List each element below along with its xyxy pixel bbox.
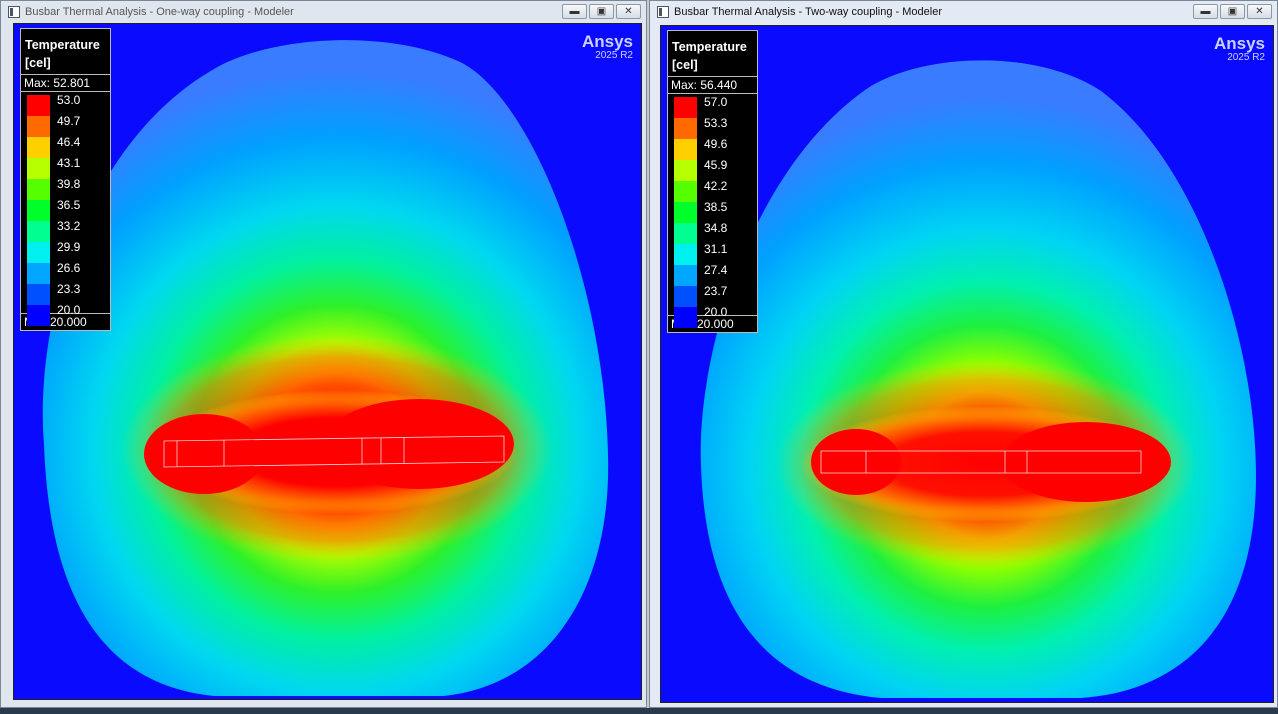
brand-name: Ansys [581,32,633,51]
legend-value: 29.9 [57,240,81,254]
legend-value: 38.5 [704,200,728,214]
legend-color-swatch [674,97,697,118]
legend-value: 27.4 [704,263,728,277]
legend-title: Temperature [cel] [668,31,757,76]
legend-max: Max: 56.440 [668,76,757,94]
legend-color-swatch [674,139,697,160]
legend-color-swatch [27,221,50,242]
window-one-way-coupling: Busbar Thermal Analysis - One-way coupli… [0,0,647,708]
restore-button[interactable]: ▣ [589,4,614,19]
legend-color-swatch [27,95,50,116]
legend-value: 33.2 [57,219,81,233]
legend-color-swatch [674,160,697,181]
app-icon[interactable] [657,6,669,18]
3d-viewport[interactable]: Ansys 2025 R2 Temperature [cel] Max: 52.… [13,23,642,700]
legend-value: 20.0 [57,303,81,317]
legend-title-quantity: Temperature [672,40,747,54]
legend-color-swatch [674,307,697,328]
legend-title-quantity: Temperature [25,38,100,52]
taskbar-edge [0,708,1278,714]
legend-color-swatch [27,284,50,305]
legend-color-swatch [674,286,697,307]
legend-value: 42.2 [704,179,728,193]
minimize-button[interactable]: ▬ [562,4,587,19]
temperature-legend[interactable]: Temperature [cel] Max: 56.440 57.0 53.3 49… [667,30,758,333]
legend-value: 53.0 [57,93,81,107]
app-icon[interactable] [8,6,20,18]
legend-value: 26.6 [57,261,81,275]
legend-color-swatch [27,137,50,158]
legend-color-swatch [27,242,50,263]
legend-value: 49.7 [57,114,81,128]
legend-value: 39.8 [57,177,81,191]
brand-version: 2025 R2 [1227,52,1265,63]
ansys-logo: Ansys 2025 R2 [1214,35,1265,63]
legend-color-swatch [27,305,50,326]
brand-version: 2025 R2 [595,50,633,61]
legend-max: Max: 52.801 [21,74,110,92]
legend-color-swatch [674,118,697,139]
legend-color-swatch [27,179,50,200]
window-title: Busbar Thermal Analysis - One-way coupli… [25,6,294,18]
legend-value: 57.0 [704,95,728,109]
legend-scale: 57.0 53.3 49.6 45.9 42.2 38.5 34.8 31.1 27.4 23.7… [668,94,757,328]
legend-value: 46.4 [57,135,81,149]
window-controls: ▬ ▣ ✕ [562,4,641,19]
legend-color-swatch [27,158,50,179]
temperature-legend[interactable]: Temperature [cel] Max: 52.801 53.0 49.7 46… [20,28,111,331]
close-button[interactable]: ✕ [616,4,641,19]
legend-color-swatch [674,265,697,286]
legend-value: 53.3 [704,116,728,130]
legend-scale: 53.0 49.7 46.4 43.1 39.8 36.5 33.2 29.9 26.6 23.3… [21,92,110,326]
title-bar[interactable]: Busbar Thermal Analysis - One-way coupli… [1,1,646,23]
legend-value: 20.0 [704,305,728,319]
3d-viewport[interactable]: Ansys 2025 R2 Temperature [cel] Max: 56.… [660,25,1274,703]
legend-title-unit: [cel] [672,58,698,72]
legend-color-swatch [674,181,697,202]
legend-value: 23.7 [704,284,728,298]
minimize-button[interactable]: ▬ [1193,4,1218,19]
legend-color-swatch [27,200,50,221]
legend-value: 36.5 [57,198,81,212]
legend-title-unit: [cel] [25,56,51,70]
legend-value: 43.1 [57,156,81,170]
legend-value: 34.8 [704,221,728,235]
window-title: Busbar Thermal Analysis - Two-way coupli… [674,6,942,18]
title-bar[interactable]: Busbar Thermal Analysis - Two-way coupli… [650,1,1277,23]
legend-color-swatch [27,116,50,137]
legend-color-swatch [27,263,50,284]
legend-color-swatch [674,223,697,244]
legend-color-swatch [674,244,697,265]
legend-value: 23.3 [57,282,81,296]
legend-color-swatch [674,202,697,223]
legend-title: Temperature [cel] [21,29,110,74]
window-two-way-coupling: Busbar Thermal Analysis - Two-way coupli… [649,0,1278,708]
legend-value: 31.1 [704,242,728,256]
close-button[interactable]: ✕ [1247,4,1272,19]
legend-value: 45.9 [704,158,728,172]
brand-name: Ansys [1213,34,1265,53]
restore-button[interactable]: ▣ [1220,4,1245,19]
window-controls: ▬ ▣ ✕ [1193,4,1272,19]
ansys-logo: Ansys 2025 R2 [582,33,633,61]
legend-value: 49.6 [704,137,728,151]
